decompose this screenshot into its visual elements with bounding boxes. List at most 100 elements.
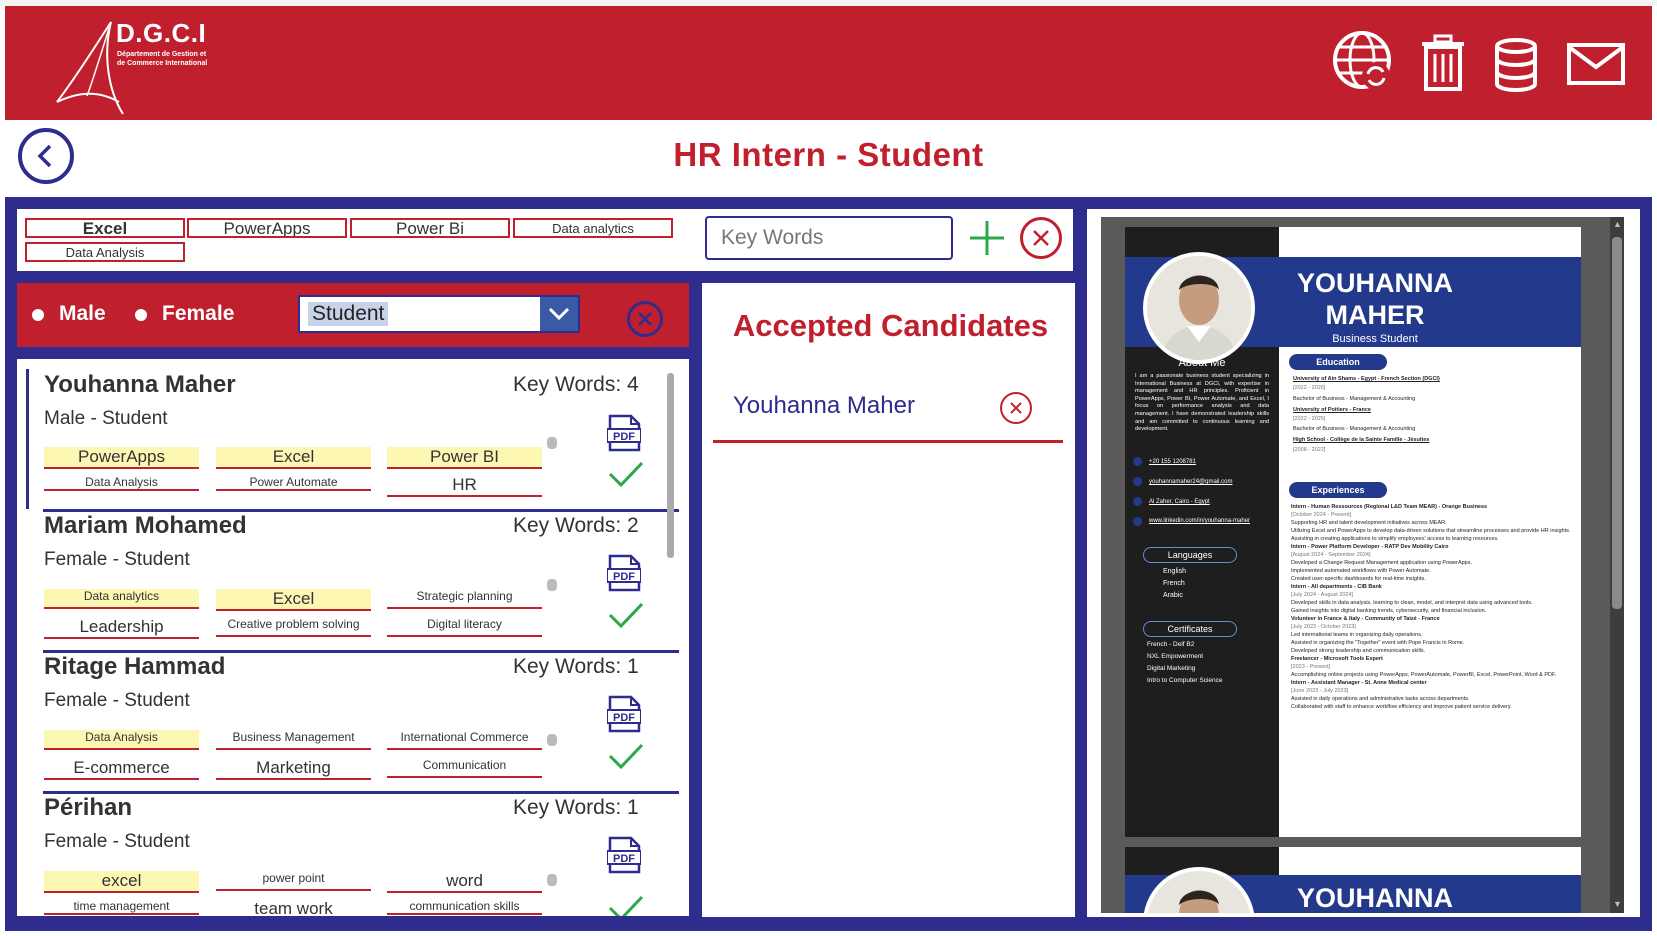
skill-tag: Excel: [216, 589, 371, 611]
viewer-scrollbar[interactable]: ▲ ▼: [1610, 217, 1624, 913]
resume-page-2: YOUHANNA: [1125, 847, 1581, 913]
filter-tag[interactable]: Data Analysis: [25, 242, 185, 262]
resume-education-line: High School - Collège de la Sainte Famil…: [1293, 437, 1430, 443]
experience-title: Intern - Human Ressources (Regional L&D …: [1291, 504, 1488, 510]
resume-education-line: [2022 - 2025]: [1293, 416, 1326, 422]
candidate-name[interactable]: Ritage Hammad: [44, 653, 225, 681]
skill-tag: Communication: [387, 758, 542, 778]
database-icon[interactable]: [1494, 38, 1538, 92]
candidate-name[interactable]: Youhanna Maher: [44, 371, 236, 399]
male-label: Male: [59, 302, 106, 325]
experience-title: Volunteer in France & Italy - Community …: [1291, 616, 1440, 622]
experience-date: [July 2023 - October 2023]: [1291, 624, 1356, 630]
trash-icon[interactable]: [1420, 34, 1466, 92]
app-header: D.G.C.I Département de Gestion et de Com…: [5, 6, 1652, 120]
skill-tag: time management: [44, 899, 199, 915]
clear-filters-button[interactable]: [627, 301, 663, 337]
pdf-icon[interactable]: PDF: [606, 836, 642, 879]
experience-date: [October 2024 - Present]: [1291, 512, 1352, 518]
candidate-subtitle: Female - Student: [44, 549, 190, 570]
candidate-keyword-count: Key Words: 2: [513, 514, 639, 537]
selected-indicator: [26, 369, 29, 509]
skill-tag: Business Management: [216, 730, 371, 750]
accept-check-icon[interactable]: [608, 742, 644, 775]
skill-tag: excel: [44, 871, 199, 893]
experience-title: Intern - All departments - CIB Bank: [1291, 584, 1382, 590]
experience-title: Freelancer - Microsoft Tools Expert: [1291, 656, 1383, 662]
accepted-title: Accepted Candidates: [732, 308, 1049, 343]
scroll-marker: [547, 579, 557, 591]
skill-tag: Strategic planning: [387, 589, 542, 609]
scroll-down-icon[interactable]: ▼: [1613, 899, 1622, 909]
female-label: Female: [162, 302, 235, 325]
svg-text:PDF: PDF: [613, 571, 635, 583]
list-scrollbar[interactable]: [667, 373, 674, 558]
remove-accepted-button[interactable]: [1000, 392, 1032, 424]
keywords-input[interactable]: Key Words: [705, 216, 953, 260]
pdf-viewer[interactable]: YOUHANNA MAHER Business Student About Me…: [1101, 217, 1624, 913]
resume-experiences-list: Intern - Human Ressources (Regional L&D …: [1291, 503, 1575, 711]
candidate-keyword-count: Key Words: 4: [513, 373, 639, 396]
close-icon: [1010, 402, 1022, 414]
phone-icon: [1133, 457, 1142, 466]
scroll-up-icon[interactable]: ▲: [1613, 219, 1622, 229]
experience-bullet: Created user-specific dashboards for rea…: [1291, 576, 1426, 582]
candidate-list: Youhanna Maher Male - Student Key Words:…: [17, 359, 689, 916]
male-radio[interactable]: [32, 309, 44, 321]
resume-language: Arabic: [1163, 592, 1183, 599]
candidate-separator: [43, 791, 679, 794]
resume-certificate: Intro to Computer Science: [1147, 677, 1223, 684]
resume-languages-title: Languages: [1143, 547, 1237, 563]
female-radio[interactable]: [135, 309, 147, 321]
experience-bullet: Developed strong leadership and communic…: [1291, 648, 1426, 654]
accepted-separator: [713, 440, 1063, 443]
skill-tag: PowerApps: [44, 447, 199, 469]
pdf-icon[interactable]: PDF: [606, 414, 642, 457]
accept-check-icon[interactable]: [608, 460, 644, 493]
globe-refresh-icon[interactable]: [1332, 30, 1394, 92]
resume-subtitle: Business Student: [1332, 333, 1418, 345]
resume-education-line: Bachelor of Business - Management & Acco…: [1293, 396, 1416, 402]
candidate-name[interactable]: Périhan: [44, 794, 132, 822]
resume-page: YOUHANNA MAHER Business Student About Me…: [1125, 227, 1581, 837]
resume-about-title: About Me: [1178, 357, 1226, 369]
accepted-candidate-name[interactable]: Youhanna Maher: [733, 392, 915, 420]
logo-subtitle-2: de Commerce International: [117, 60, 208, 67]
status-dropdown-value: Student: [308, 302, 389, 326]
resume-education-line: [2022 - 2026]: [1293, 385, 1326, 391]
resume-education-title: Education: [1289, 354, 1387, 370]
accept-check-icon[interactable]: [608, 894, 644, 916]
pdf-icon[interactable]: PDF: [606, 554, 642, 597]
dropdown-toggle[interactable]: [540, 297, 578, 331]
skill-tag: Data Analysis: [44, 475, 199, 491]
profile-photo: [1143, 252, 1255, 364]
resume-certificate: French - Delf B2: [1147, 641, 1195, 648]
filter-tag[interactable]: Power Bi: [350, 218, 510, 238]
candidate-subtitle: Male - Student: [44, 408, 168, 429]
pdf-icon[interactable]: PDF: [606, 695, 642, 738]
candidate-separator: [43, 509, 679, 512]
accept-check-icon[interactable]: [608, 601, 644, 634]
filter-tag[interactable]: Excel: [25, 218, 185, 238]
add-keyword-button[interactable]: [968, 219, 1006, 257]
filter-tag[interactable]: PowerApps: [187, 218, 347, 238]
page-title: HR Intern - Student: [673, 136, 984, 173]
experience-bullet: Gained insights into digital banking tre…: [1291, 608, 1487, 614]
filter-tag[interactable]: Data analytics: [513, 218, 673, 238]
candidate-name[interactable]: Mariam Mohamed: [44, 512, 247, 540]
clear-keywords-button[interactable]: [1020, 217, 1062, 259]
mail-icon[interactable]: [1567, 43, 1625, 85]
experience-bullet: Assisted in daily operations and adminis…: [1291, 696, 1470, 702]
experience-bullet: Developed skills in data analysis, learn…: [1291, 600, 1533, 606]
chevron-down-icon: [548, 307, 570, 321]
experience-bullet: Assisting in creating applications to si…: [1291, 536, 1499, 542]
logo-text: D.G.C.I: [116, 18, 207, 48]
status-dropdown[interactable]: Student: [298, 295, 580, 333]
resume-education-line: [2008 - 2022]: [1293, 447, 1326, 453]
viewer-scroll-thumb[interactable]: [1612, 237, 1622, 609]
resume-experiences-title: Experiences: [1289, 482, 1387, 498]
svg-text:PDF: PDF: [613, 431, 635, 443]
experience-date: [July 2024 - August 2024]: [1291, 592, 1354, 598]
resume-language: French: [1163, 580, 1185, 587]
experience-bullet: Developed a Change Request Management ap…: [1291, 560, 1473, 566]
